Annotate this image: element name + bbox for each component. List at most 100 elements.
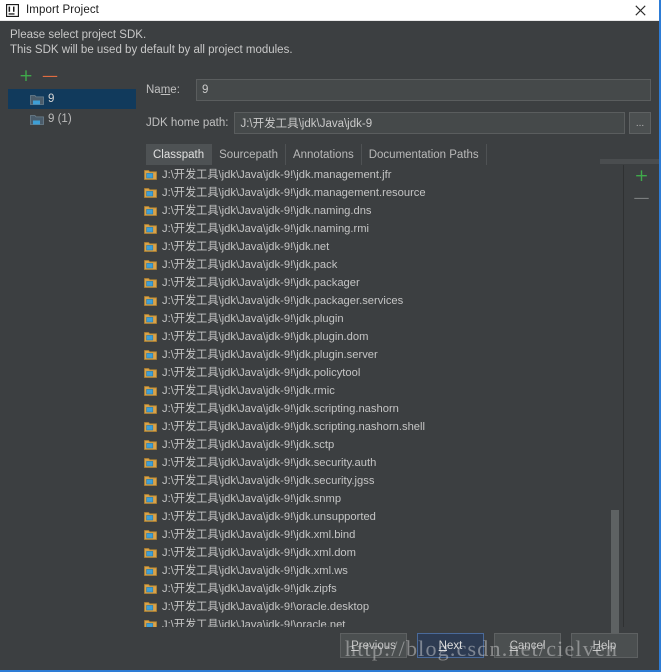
jar-archive-icon	[144, 294, 157, 306]
previous-button[interactable]: Previous	[340, 633, 407, 658]
help-button[interactable]: Help	[571, 633, 638, 658]
name-row: Name: 9	[146, 78, 651, 102]
dialog-footer: Previous Next Cancel Help	[0, 630, 659, 670]
jdk-home-path-input[interactable]: J:\开发工具\jdk\Java\jdk-9	[234, 112, 625, 134]
classpath-entry-label: J:\开发工具\jdk\Java\jdk-9!\jdk.rmic	[162, 385, 335, 397]
classpath-entry-row[interactable]: J:\开发工具\jdk\Java\jdk-9!\jdk.xml.bind	[140, 525, 610, 543]
classpath-entry-label: J:\开发工具\jdk\Java\jdk-9!\jdk.management.r…	[162, 187, 426, 199]
sdk-list: 9 9 (1)	[8, 89, 136, 129]
classpath-entry-list: J:\开发工具\jdk\Java\jdk-9!\jdk.management.j…	[140, 165, 610, 627]
classpath-entry-row[interactable]: J:\开发工具\jdk\Java\jdk-9!\jdk.snmp	[140, 489, 610, 507]
classpath-entry-row[interactable]: J:\开发工具\jdk\Java\jdk-9!\jdk.security.jgs…	[140, 471, 610, 489]
sdk-list-toolbar: + —	[8, 66, 136, 88]
classpath-entry-row[interactable]: J:\开发工具\jdk\Java\jdk-9!\jdk.xml.ws	[140, 561, 610, 579]
classpath-entry-row[interactable]: J:\开发工具\jdk\Java\jdk-9!\jdk.management.j…	[140, 165, 610, 183]
classpath-entry-label: J:\开发工具\jdk\Java\jdk-9!\oracle.desktop	[162, 601, 370, 613]
classpath-entry-label: J:\开发工具\jdk\Java\jdk-9!\oracle.net	[162, 619, 346, 627]
classpath-entry-label: J:\开发工具\jdk\Java\jdk-9!\jdk.pack	[162, 259, 338, 271]
classpath-entry-label: J:\开发工具\jdk\Java\jdk-9!\jdk.naming.rmi	[162, 223, 370, 235]
classpath-entry-label: J:\开发工具\jdk\Java\jdk-9!\jdk.packager.ser…	[162, 295, 404, 307]
tab-annotations[interactable]: Annotations	[286, 144, 362, 165]
add-classpath-entry-button[interactable]: +	[624, 165, 659, 187]
jar-archive-icon	[144, 348, 157, 360]
panel-divider	[623, 165, 624, 627]
classpath-entry-row[interactable]: J:\开发工具\jdk\Java\jdk-9!\jdk.pack	[140, 255, 610, 273]
window-title: Import Project	[26, 4, 99, 16]
remove-sdk-button[interactable]: —	[40, 66, 60, 86]
classpath-entry-row[interactable]: J:\开发工具\jdk\Java\jdk-9!\oracle.desktop	[140, 597, 610, 615]
instruction-block: Please select project SDK. This SDK will…	[10, 28, 570, 58]
classpath-entry-row[interactable]: J:\开发工具\jdk\Java\jdk-9!\jdk.packager.ser…	[140, 291, 610, 309]
import-project-dialog: Import Project Please select project SDK…	[0, 0, 661, 672]
classpath-entry-row[interactable]: J:\开发工具\jdk\Java\jdk-9!\jdk.unsupported	[140, 507, 610, 525]
jdk-folder-icon	[30, 113, 44, 125]
browse-button[interactable]: ...	[629, 112, 651, 134]
cancel-button[interactable]: Cancel	[494, 633, 561, 658]
jar-archive-icon	[144, 222, 157, 234]
classpath-entry-label: J:\开发工具\jdk\Java\jdk-9!\jdk.packager	[162, 277, 360, 289]
classpath-entry-label: J:\开发工具\jdk\Java\jdk-9!\jdk.scripting.na…	[162, 421, 426, 433]
close-icon[interactable]	[627, 0, 653, 21]
title-bar: Import Project	[0, 0, 659, 21]
jar-archive-icon	[144, 186, 157, 198]
classpath-entry-row[interactable]: J:\开发工具\jdk\Java\jdk-9!\jdk.management.r…	[140, 183, 610, 201]
jar-archive-icon	[144, 474, 157, 486]
classpath-entry-row[interactable]: J:\开发工具\jdk\Java\jdk-9!\jdk.naming.dns	[140, 201, 610, 219]
jar-archive-icon	[144, 384, 157, 396]
classpath-entry-row[interactable]: J:\开发工具\jdk\Java\jdk-9!\jdk.scripting.na…	[140, 417, 610, 435]
classpath-entry-row[interactable]: J:\开发工具\jdk\Java\jdk-9!\jdk.scripting.na…	[140, 399, 610, 417]
classpath-entry-row[interactable]: J:\开发工具\jdk\Java\jdk-9!\jdk.plugin.serve…	[140, 345, 610, 363]
jar-archive-icon	[144, 366, 157, 378]
jar-archive-icon	[144, 582, 157, 594]
classpath-entry-label: J:\开发工具\jdk\Java\jdk-9!\jdk.unsupported	[162, 511, 376, 523]
jar-archive-icon	[144, 438, 157, 450]
classpath-entry-row[interactable]: J:\开发工具\jdk\Java\jdk-9!\jdk.rmic	[140, 381, 610, 399]
classpath-entry-label: J:\开发工具\jdk\Java\jdk-9!\jdk.sctp	[162, 439, 335, 451]
jdk-folder-icon	[30, 93, 44, 105]
jar-archive-icon	[144, 258, 157, 270]
classpath-entry-row[interactable]: J:\开发工具\jdk\Java\jdk-9!\jdk.xml.dom	[140, 543, 610, 561]
tab-documentation-paths[interactable]: Documentation Paths	[362, 144, 487, 165]
classpath-entry-row[interactable]: J:\开发工具\jdk\Java\jdk-9!\jdk.net	[140, 237, 610, 255]
jdk-home-path-row: JDK home path: J:\开发工具\jdk\Java\jdk-9 ..…	[146, 111, 651, 135]
add-sdk-button[interactable]: +	[16, 66, 36, 86]
classpath-entry-row[interactable]: J:\开发工具\jdk\Java\jdk-9!\jdk.security.aut…	[140, 453, 610, 471]
jar-archive-icon	[144, 204, 157, 216]
classpath-entry-label: J:\开发工具\jdk\Java\jdk-9!\jdk.xml.bind	[162, 529, 356, 541]
classpath-entry-label: J:\开发工具\jdk\Java\jdk-9!\jdk.management.j…	[162, 169, 392, 181]
instruction-line-1: Please select project SDK.	[10, 29, 147, 41]
next-button[interactable]: Next	[417, 633, 484, 658]
classpath-entry-row[interactable]: J:\开发工具\jdk\Java\jdk-9!\oracle.net	[140, 615, 610, 627]
jar-archive-icon	[144, 564, 157, 576]
classpath-entry-row[interactable]: J:\开发工具\jdk\Java\jdk-9!\jdk.packager	[140, 273, 610, 291]
classpath-toolbar: + —	[624, 165, 659, 209]
classpath-entry-row[interactable]: J:\开发工具\jdk\Java\jdk-9!\jdk.sctp	[140, 435, 610, 453]
classpath-entry-row[interactable]: J:\开发工具\jdk\Java\jdk-9!\jdk.plugin	[140, 309, 610, 327]
jar-archive-icon	[144, 276, 157, 288]
classpath-entry-label: J:\开发工具\jdk\Java\jdk-9!\jdk.policytool	[162, 367, 361, 379]
classpath-entry-row[interactable]: J:\开发工具\jdk\Java\jdk-9!\jdk.policytool	[140, 363, 610, 381]
classpath-scrollbar[interactable]	[609, 165, 620, 638]
sdk-list-item[interactable]: 9	[8, 89, 136, 109]
name-input[interactable]: 9	[196, 79, 651, 101]
classpath-entry-row[interactable]: J:\开发工具\jdk\Java\jdk-9!\jdk.plugin.dom	[140, 327, 610, 345]
remove-classpath-entry-button[interactable]: —	[624, 187, 659, 209]
sdk-list-item[interactable]: 9 (1)	[8, 109, 136, 129]
jar-archive-icon	[144, 456, 157, 468]
jdk-home-path-label: JDK home path:	[146, 117, 229, 129]
classpath-entry-label: J:\开发工具\jdk\Java\jdk-9!\jdk.plugin.serve…	[162, 349, 378, 361]
jar-archive-icon	[144, 618, 157, 627]
jar-archive-icon	[144, 330, 157, 342]
jar-archive-icon	[144, 510, 157, 522]
classpath-entry-label: J:\开发工具\jdk\Java\jdk-9!\jdk.net	[162, 241, 330, 253]
classpath-entry-label: J:\开发工具\jdk\Java\jdk-9!\jdk.naming.dns	[162, 205, 372, 217]
classpath-entry-row[interactable]: J:\开发工具\jdk\Java\jdk-9!\jdk.naming.rmi	[140, 219, 610, 237]
tab-classpath[interactable]: Classpath	[146, 144, 213, 165]
scrollbar-thumb[interactable]	[611, 510, 619, 638]
jar-archive-icon	[144, 528, 157, 540]
instruction-line-2: This SDK will be used by default by all …	[10, 44, 293, 56]
intellij-idea-logo-icon	[6, 3, 19, 17]
classpath-entry-row[interactable]: J:\开发工具\jdk\Java\jdk-9!\jdk.zipfs	[140, 579, 610, 597]
tab-sourcepath[interactable]: Sourcepath	[212, 144, 286, 165]
classpath-entry-label: J:\开发工具\jdk\Java\jdk-9!\jdk.scripting.na…	[162, 403, 399, 415]
